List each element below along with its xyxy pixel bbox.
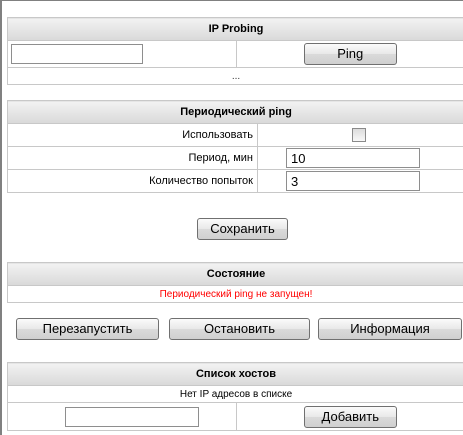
restart-button[interactable]: Перезапустить bbox=[16, 318, 159, 340]
status-table: Состояние Периодический ping не запущен! bbox=[7, 262, 463, 303]
ping-result: ... bbox=[7, 67, 463, 85]
periodic-ping-table: Периодический ping Использовать Период, … bbox=[7, 100, 463, 193]
hosts-empty-text: Нет IP адресов в списке bbox=[7, 385, 463, 403]
use-checkbox[interactable] bbox=[351, 128, 366, 142]
period-label: Период, мин bbox=[7, 146, 258, 170]
hosts-table: Список хостов Нет IP адресов в списке До… bbox=[7, 362, 463, 431]
ip-probing-input[interactable] bbox=[11, 44, 143, 64]
status-title: Состояние bbox=[7, 262, 463, 286]
stop-button[interactable]: Остановить bbox=[169, 318, 310, 340]
attempts-input[interactable] bbox=[286, 171, 420, 191]
use-label: Использовать bbox=[7, 123, 258, 147]
attempts-label: Количество попыток bbox=[7, 169, 258, 193]
host-ip-input[interactable] bbox=[64, 406, 199, 427]
info-button[interactable]: Информация bbox=[318, 318, 462, 340]
hosts-title: Список хостов bbox=[7, 362, 463, 386]
status-message: Периодический ping не запущен! bbox=[7, 285, 463, 303]
add-host-button[interactable]: Добавить bbox=[303, 405, 397, 428]
period-input[interactable] bbox=[286, 148, 420, 168]
panel-top-border bbox=[0, 0, 463, 1]
save-button[interactable]: Сохранить bbox=[197, 218, 288, 240]
ip-probing-table: IP Probing Ping ... bbox=[7, 17, 463, 85]
panel-left-border bbox=[0, 0, 2, 435]
ip-probing-title: IP Probing bbox=[7, 17, 463, 41]
periodic-ping-title: Периодический ping bbox=[7, 100, 463, 124]
ping-button[interactable]: Ping bbox=[303, 43, 397, 65]
